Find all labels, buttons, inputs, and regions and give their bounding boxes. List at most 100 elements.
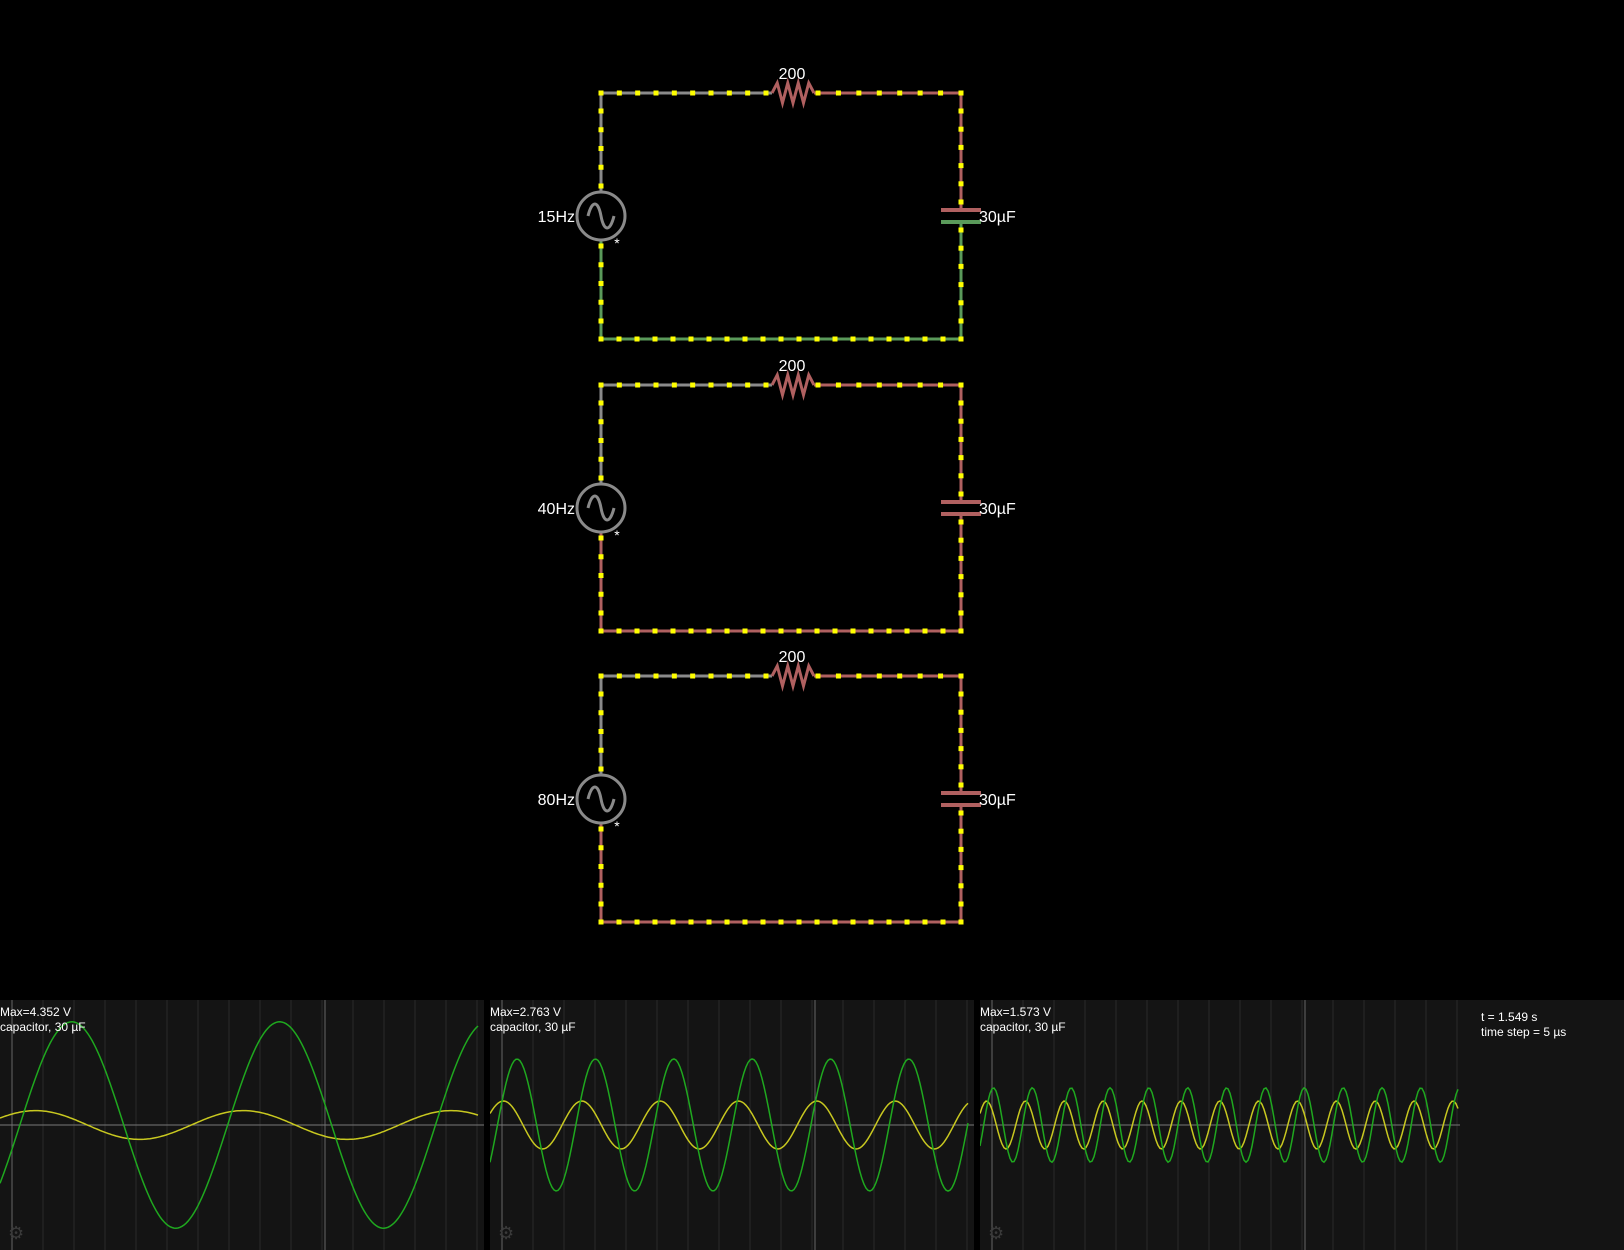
current-dot <box>598 673 604 679</box>
current-dot <box>958 227 964 233</box>
current-dot <box>726 90 732 96</box>
capacitor[interactable]: 30µF <box>941 791 1016 809</box>
current-dot <box>922 919 928 925</box>
current-dot <box>671 382 677 388</box>
current-dot <box>598 826 604 832</box>
current-dot <box>690 90 696 96</box>
scope-2[interactable]: Max=2.763 Vcapacitor, 30 µF ⚙ <box>490 1000 974 1250</box>
current-dot <box>778 919 784 925</box>
current-dots <box>598 673 964 925</box>
rc-circuit-3[interactable]: 200 30µF 80Hz * <box>538 649 1016 925</box>
current-dot <box>598 691 604 697</box>
capacitor-label: 30µF <box>979 209 1016 226</box>
gear-icon[interactable]: ⚙ <box>988 1224 1006 1242</box>
current-dot <box>814 919 820 925</box>
current-dot <box>917 673 923 679</box>
scope-plot-3 <box>980 1000 1464 1250</box>
current-dot <box>958 418 964 424</box>
current-dot <box>897 90 903 96</box>
gear-icon[interactable]: ⚙ <box>498 1224 516 1242</box>
current-dot <box>958 810 964 816</box>
scope-3[interactable]: Max=1.573 Vcapacitor, 30 µF ⚙ <box>980 1000 1464 1250</box>
current-dot <box>598 456 604 462</box>
source-frequency-label: 80Hz <box>538 792 575 809</box>
current-dot <box>958 782 964 788</box>
current-dot <box>904 336 910 342</box>
resistor-label: 200 <box>779 649 806 666</box>
current-dot <box>726 673 732 679</box>
current-dot <box>652 628 658 634</box>
current-dot <box>958 263 964 269</box>
current-dot <box>598 146 604 151</box>
current-dot <box>796 628 802 634</box>
status-panel: t = 1.549 s time step = 5 µs <box>1460 1000 1624 1250</box>
current-dot <box>938 90 944 96</box>
current-dot <box>814 336 820 342</box>
current-dot <box>763 673 769 679</box>
current-dot <box>598 400 604 406</box>
current-dot <box>886 628 892 634</box>
current-dot <box>958 163 964 169</box>
current-dot <box>598 318 604 324</box>
current-dot <box>940 919 946 925</box>
current-dot <box>835 90 841 96</box>
current-dot <box>938 673 944 679</box>
resistor-label: 200 <box>779 358 806 375</box>
current-dot <box>616 628 622 634</box>
current-dot <box>616 90 622 96</box>
current-dot <box>938 382 944 388</box>
current-dot <box>868 628 874 634</box>
resistor[interactable]: 200 <box>770 66 816 109</box>
current-dot <box>763 382 769 388</box>
capacitor-label: 30µF <box>979 501 1016 518</box>
current-dot <box>958 300 964 306</box>
current-dot <box>958 400 964 406</box>
ac-source[interactable]: 15Hz * <box>538 190 627 251</box>
current-dot <box>708 90 714 96</box>
capacitor[interactable]: 30µF <box>941 208 1016 226</box>
current-dot <box>958 382 964 388</box>
current-dot <box>796 336 802 342</box>
rc-circuit-2[interactable]: 200 30µF 40Hz * <box>538 358 1016 634</box>
current-dot <box>598 628 604 634</box>
current-dot <box>815 90 821 96</box>
current-dots <box>598 90 964 342</box>
scope-1[interactable]: Max=4.352 Vcapacitor, 30 µF ⚙ <box>0 1000 484 1250</box>
current-dot <box>868 336 874 342</box>
rc-circuit-1[interactable]: 200 30µF 15Hz * <box>538 66 1016 342</box>
current-dot <box>897 673 903 679</box>
current-dot <box>670 919 676 925</box>
current-dot <box>598 610 604 616</box>
current-dot <box>688 919 694 925</box>
current-dot <box>958 144 964 150</box>
capacitor[interactable]: 30µF <box>941 500 1016 518</box>
current-dot <box>745 673 751 679</box>
current-dot <box>917 90 923 96</box>
current-dot <box>958 828 964 834</box>
current-dot <box>958 865 964 871</box>
current-dot <box>653 382 659 388</box>
resistor[interactable]: 200 <box>770 649 816 692</box>
current-dot <box>958 846 964 852</box>
current-dot <box>598 438 604 443</box>
resistor[interactable]: 200 <box>770 358 816 401</box>
current-dot <box>598 710 604 716</box>
current-dot <box>958 901 964 907</box>
sim-time: t = 1.549 s <box>1481 1010 1538 1024</box>
current-dot <box>904 919 910 925</box>
current-dots <box>598 382 964 634</box>
current-dot <box>598 573 604 578</box>
ac-source[interactable]: 40Hz * <box>538 482 627 543</box>
ac-source[interactable]: 80Hz * <box>538 773 627 834</box>
circuit-canvas[interactable]: 200 30µF 15Hz * 200 30µF 40Hz * 200 30µF 80Hz * <box>0 0 1624 1000</box>
sim-time-step: time step = 5 µs <box>1481 1025 1567 1039</box>
current-dot <box>958 436 964 442</box>
polarity-mark: * <box>614 235 620 251</box>
current-dot <box>940 336 946 342</box>
current-dot <box>670 628 676 634</box>
current-dot <box>917 382 923 388</box>
current-dot <box>958 282 964 288</box>
gear-icon[interactable]: ⚙ <box>8 1224 26 1242</box>
current-dot <box>815 382 821 388</box>
current-dot <box>598 299 604 305</box>
